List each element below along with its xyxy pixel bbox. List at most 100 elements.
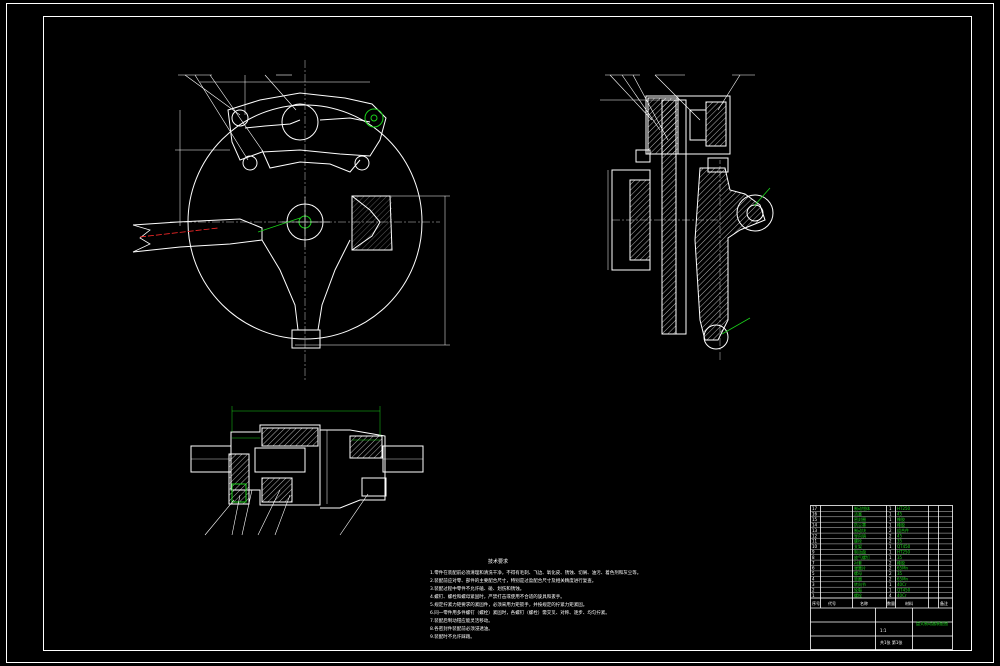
inner-drawing-frame bbox=[43, 16, 972, 651]
bom-cell-name: 垫圈 bbox=[854, 576, 862, 582]
bom-cell-name: 转向节 bbox=[854, 581, 866, 587]
bom-cell-num: 12 bbox=[812, 533, 818, 538]
bom-cell-name: 密封圈 bbox=[854, 516, 866, 522]
note-line: 4.螺钉、螺栓和螺母紧固时，严禁打击或使用不合适的旋具和扳手。 bbox=[430, 593, 565, 600]
bom-cell-name: 螺栓 bbox=[854, 538, 862, 544]
bom-cell-mat: 35 bbox=[897, 571, 903, 576]
bom-header-number: 序号 bbox=[812, 600, 820, 606]
bom-cell-name: 衬套 bbox=[854, 559, 862, 565]
bom-cell-qty: 1 bbox=[889, 517, 892, 522]
bom-cell-mat: 组合件 bbox=[897, 527, 909, 533]
bom-header-code: 代号 bbox=[828, 600, 836, 606]
bom-cell-mat: QT450 bbox=[897, 587, 911, 592]
bom-cell-qty: 2 bbox=[889, 539, 892, 544]
bom-cell-mat: 65Mn bbox=[897, 577, 909, 582]
bom-cell-num: 3 bbox=[812, 582, 815, 587]
top-section-view bbox=[190, 406, 424, 536]
bom-cell-name: 防尘罩 bbox=[854, 521, 866, 527]
bom-cell-name: 制动钳体 bbox=[854, 505, 870, 511]
sheet-count: 共1张 第1张 bbox=[880, 639, 902, 645]
side-disc-section bbox=[661, 99, 677, 335]
bom-cell-mat: 橡胶 bbox=[897, 521, 905, 527]
note-line: 6.同一零件用多件螺钉（螺栓）紧固时，各螺钉（螺栓）需交叉、对称、逐步、均匀拧紧… bbox=[430, 609, 610, 616]
note-line: 2.装配前应对零、部件的主要配合尺寸，特别是过盈配合尺寸及相关精度进行复查。 bbox=[430, 577, 596, 584]
scale-value: 1:1 bbox=[880, 628, 887, 633]
bom-cell-num: 17 bbox=[812, 506, 818, 511]
bom-header-remark: 备注 bbox=[940, 600, 948, 606]
notes-title: 技术要求 bbox=[488, 558, 508, 565]
bom-cell-num: 2 bbox=[812, 587, 815, 592]
technical-notes: 技术要求 1.零件在装配前必须清理和清洗干净，不得有毛刺、飞边、氧化皮、锈蚀、切… bbox=[430, 558, 641, 640]
bom-cell-mat: 45 bbox=[897, 533, 903, 538]
bom-cell-mat: 65Mn bbox=[897, 566, 909, 571]
bom-cell-num: 11 bbox=[812, 539, 818, 544]
front-view bbox=[132, 60, 450, 380]
bom-cell-mat: 35 bbox=[897, 539, 903, 544]
bom-cell-num: 16 bbox=[812, 512, 818, 517]
bom-cell-mat: 40Cr bbox=[897, 593, 907, 598]
bom-cell-qty: 1 bbox=[889, 550, 892, 555]
bom-cell-qty: 1 bbox=[889, 582, 892, 587]
bom-cell-qty: 2 bbox=[889, 528, 892, 533]
bom-cell-qty: 2 bbox=[889, 577, 892, 582]
bom-cell-name: 轮毂 bbox=[854, 586, 862, 592]
bom-cell-name: 导向销 bbox=[854, 532, 866, 538]
bom-cell-num: 15 bbox=[812, 517, 818, 522]
bom-header-qty: 数量 bbox=[887, 600, 895, 606]
note-line: 1.零件在装配前必须清理和清洗干净，不得有毛刺、飞边、氧化皮、锈蚀、切屑、油污、… bbox=[430, 569, 641, 576]
bom-cell-name: 制动块 bbox=[854, 527, 866, 533]
bom-cell-qty: 1 bbox=[889, 512, 892, 517]
bom-cell-qty: 2 bbox=[889, 566, 892, 571]
bom-cell-name: 螺栓 bbox=[854, 592, 862, 598]
bom-cell-name: 弹簧片 bbox=[854, 565, 866, 571]
bom-cell-num: 13 bbox=[812, 528, 818, 533]
note-line: 7.装配后制动钳应能灵活移动。 bbox=[430, 617, 493, 624]
note-line: 5.规定拧紧力矩要求的紧固件，必须采用力矩扳手，并按规定的拧紧力矩紧固。 bbox=[430, 601, 587, 608]
bom-cell-num: 7 bbox=[812, 560, 815, 565]
drawing-name: 盘式制动器装配图 bbox=[916, 620, 948, 626]
caliper-piston bbox=[281, 103, 319, 141]
bom-cell-name: 活塞 bbox=[854, 511, 862, 517]
bom-cell-mat: 35 bbox=[897, 555, 903, 560]
note-line: 3.装配过程中零件不允许磕、碰、划伤和锈蚀。 bbox=[430, 585, 524, 592]
bom-cell-mat: 45 bbox=[897, 512, 903, 517]
cad-drawing-canvas[interactable]: 技术要求 1.零件在装配前必须清理和清洗干净，不得有毛刺、飞边、氧化皮、锈蚀、切… bbox=[0, 0, 1000, 666]
note-line: 9.装配时不允许踩踏。 bbox=[430, 633, 475, 640]
bom-cell-num: 5 bbox=[812, 571, 815, 576]
bom-cell-mat: QT450 bbox=[897, 544, 911, 549]
bom-table: 17 制动钳体 1 HT25016 活塞 1 4515 密封圈 1 橡胶14 防尘罩 1 橡胶13 制动块… bbox=[810, 505, 953, 599]
bom-cell-name: 制动盘 bbox=[854, 549, 866, 555]
bom-cell-qty: 1 bbox=[889, 587, 892, 592]
bom-cell-mat: HT250 bbox=[897, 506, 911, 511]
bom-cell-name: 支架 bbox=[854, 543, 862, 549]
title-block-text: 序号 代号 名称 数量 材料 备注 盘式制动器装配图 1:1 共1张 第1张 bbox=[812, 600, 948, 645]
bom-cell-qty: 2 bbox=[889, 533, 892, 538]
bom-cell-num: 4 bbox=[812, 577, 815, 582]
bom-header-material: 材料 bbox=[905, 600, 913, 606]
bom-cell-qty: 1 bbox=[889, 544, 892, 549]
bom-cell-name: 螺母 bbox=[854, 570, 862, 576]
bom-cell-num: 8 bbox=[812, 555, 815, 560]
bom-cell-mat: 40Cr bbox=[897, 582, 907, 587]
bom-cell-qty: 1 bbox=[889, 555, 892, 560]
bom-cell-num: 1 bbox=[812, 593, 815, 598]
bom-cell-qty: 1 bbox=[889, 522, 892, 527]
bom-cell-name: 放气螺钉 bbox=[854, 554, 870, 560]
bom-cell-mat: HT250 bbox=[897, 550, 911, 555]
bom-cell-qty: 2 bbox=[889, 571, 892, 576]
bom-cell-mat: 橡胶 bbox=[897, 559, 905, 565]
bom-cell-num: 10 bbox=[812, 544, 818, 549]
bom-cell-num: 14 bbox=[812, 522, 818, 527]
bom-cell-qty: 4 bbox=[889, 593, 892, 598]
bom-cell-mat: 橡胶 bbox=[897, 516, 905, 522]
bom-header-name: 名称 bbox=[860, 600, 868, 606]
bom-cell-qty: 2 bbox=[889, 560, 892, 565]
bom-cell-num: 9 bbox=[812, 550, 815, 555]
side-view bbox=[600, 74, 774, 360]
caliper-body bbox=[227, 92, 387, 161]
caliper-pin-right bbox=[364, 108, 384, 128]
note-line: 8.各密封件装配前必须浸透油。 bbox=[430, 625, 493, 632]
bom-cell-qty: 1 bbox=[889, 506, 892, 511]
side-knuckle bbox=[694, 167, 766, 341]
bom-cell-num: 6 bbox=[812, 566, 815, 571]
